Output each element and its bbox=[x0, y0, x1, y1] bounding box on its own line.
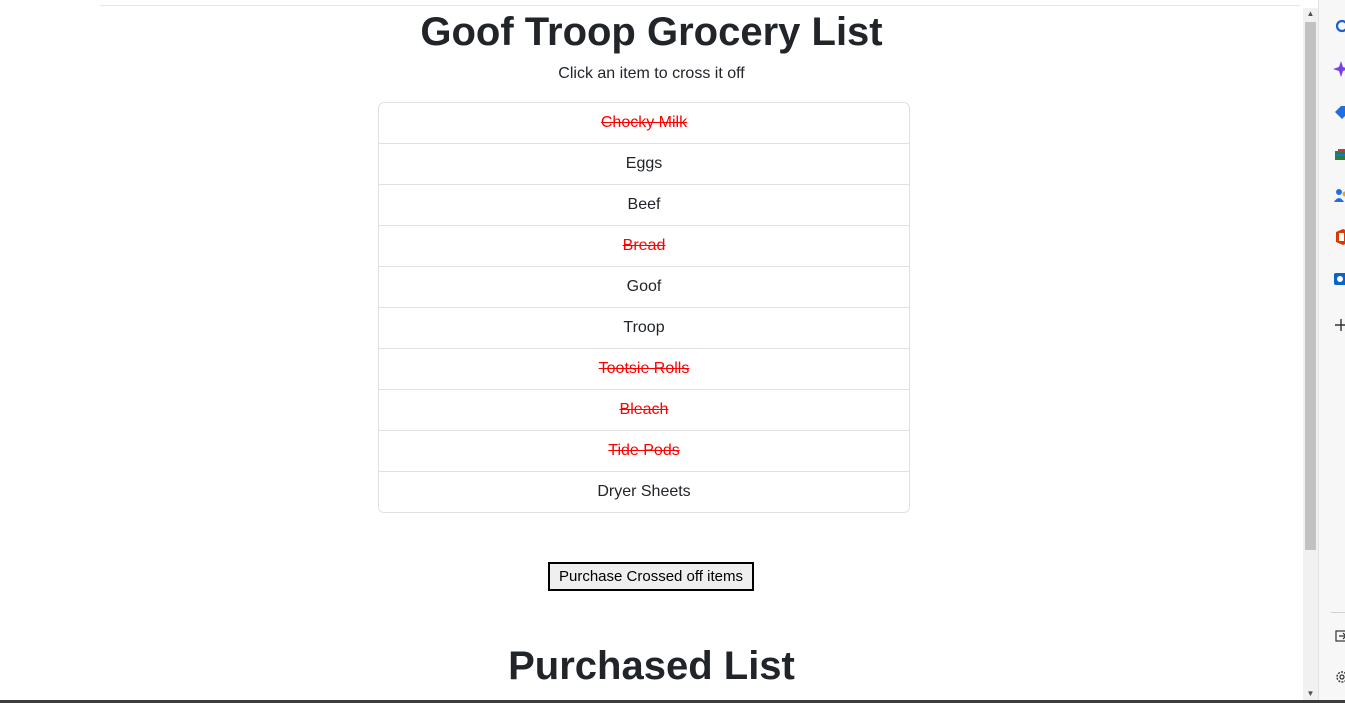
list-item[interactable]: Bread bbox=[379, 226, 909, 267]
exit-icon[interactable] bbox=[1333, 628, 1345, 644]
scroll-up-icon[interactable]: ▲ bbox=[1303, 8, 1318, 20]
list-item[interactable]: Dryer Sheets bbox=[379, 472, 909, 512]
list-item[interactable]: Tootsie Rolls bbox=[379, 349, 909, 390]
scrollbar-thumb[interactable] bbox=[1305, 22, 1316, 550]
purchased-list-title: Purchased List bbox=[508, 644, 795, 688]
list-item[interactable]: Beef bbox=[379, 185, 909, 226]
list-item[interactable]: Chocky Milk bbox=[379, 103, 909, 144]
browser-sidebar bbox=[1318, 0, 1345, 700]
settings-icon[interactable] bbox=[1333, 669, 1345, 685]
top-edge bbox=[100, 0, 1300, 6]
list-item[interactable]: Eggs bbox=[379, 144, 909, 185]
office-icon[interactable] bbox=[1333, 229, 1345, 245]
grocery-list: Chocky Milk Eggs Beef Bread Goof Troop T… bbox=[378, 102, 910, 513]
list-item[interactable]: Troop bbox=[379, 308, 909, 349]
list-item[interactable]: Goof bbox=[379, 267, 909, 308]
page-subtitle: Click an item to cross it off bbox=[558, 65, 745, 82]
list-item[interactable]: Tide Pods bbox=[379, 431, 909, 472]
search-icon[interactable] bbox=[1333, 18, 1345, 34]
copilot-sparkle-icon[interactable] bbox=[1333, 61, 1345, 77]
purchase-crossed-button[interactable]: Purchase Crossed off items bbox=[548, 562, 754, 591]
vertical-scrollbar[interactable]: ▲ ▼ bbox=[1303, 8, 1318, 700]
people-icon[interactable] bbox=[1333, 187, 1345, 203]
outlook-icon[interactable] bbox=[1333, 271, 1345, 287]
list-item[interactable]: Bleach bbox=[379, 390, 909, 431]
sidebar-divider bbox=[1331, 612, 1345, 613]
toolbox-icon[interactable] bbox=[1333, 146, 1345, 162]
page: Goof Troop Grocery List Click an item to… bbox=[0, 0, 1303, 703]
tag-icon[interactable] bbox=[1333, 104, 1345, 120]
add-icon[interactable] bbox=[1333, 317, 1345, 333]
page-title: Goof Troop Grocery List bbox=[420, 10, 883, 54]
scroll-down-icon[interactable]: ▼ bbox=[1303, 688, 1318, 700]
